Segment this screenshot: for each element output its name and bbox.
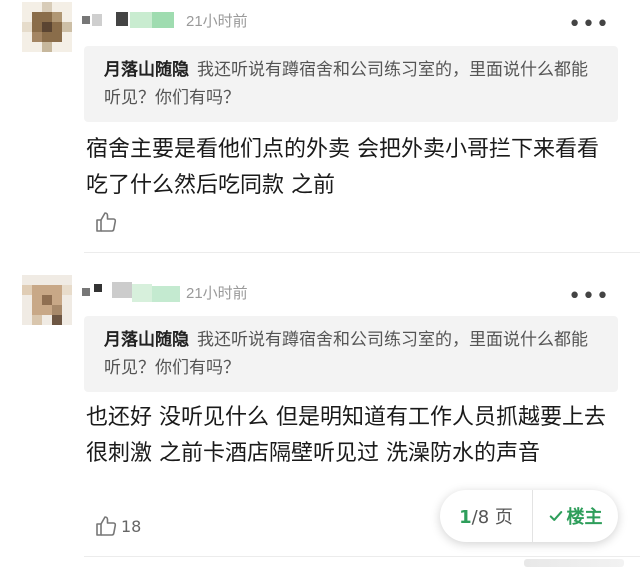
comment-time: 21小时前: [186, 284, 248, 302]
floating-pager: 1/8 页 楼主: [440, 490, 618, 542]
username-blurred[interactable]: [82, 282, 182, 302]
quoted-comment[interactable]: 月落山随隐 我还听说有蹲宿舍和公司练习室的，里面说什么都能听见？你们有吗？: [84, 316, 618, 392]
total-pages: /8 页: [471, 507, 513, 528]
current-page: 1: [459, 507, 472, 528]
more-options-icon[interactable]: •••: [568, 286, 610, 308]
page-indicator[interactable]: 1/8 页: [440, 503, 532, 529]
comment-body: 宿舍主要是看他们点的外卖 会把外卖小哥拦下来看看吃了什么然后吃同款 之前: [86, 137, 599, 198]
quote-author[interactable]: 月落山随隐: [104, 330, 189, 350]
like-button[interactable]: [94, 210, 121, 234]
check-icon: [549, 511, 562, 521]
thumbs-up-icon: [96, 516, 117, 536]
comment-time: 21小时前: [186, 12, 248, 30]
watermark-blurred: [524, 559, 624, 567]
divider: [84, 252, 640, 253]
only-op-label: 楼主: [566, 507, 603, 528]
divider: [84, 556, 640, 557]
thumbs-up-icon: [96, 212, 117, 232]
like-count: 18: [121, 516, 142, 536]
username-blurred[interactable]: [82, 10, 182, 30]
comment-body: 也还好 没听见什么 但是明知道有工作人员抓越要上去 很刺激 之前卡酒店隔壁听见过…: [86, 405, 606, 466]
avatar[interactable]: [22, 2, 72, 52]
only-op-button[interactable]: 楼主: [533, 503, 618, 529]
quote-author[interactable]: 月落山随隐: [104, 60, 189, 80]
like-button[interactable]: 18: [94, 514, 141, 538]
quoted-comment[interactable]: 月落山随隐 我还听说有蹲宿舍和公司练习室的，里面说什么都能听见？你们有吗？: [84, 46, 618, 122]
more-options-icon[interactable]: •••: [568, 14, 610, 36]
avatar[interactable]: [22, 275, 72, 325]
